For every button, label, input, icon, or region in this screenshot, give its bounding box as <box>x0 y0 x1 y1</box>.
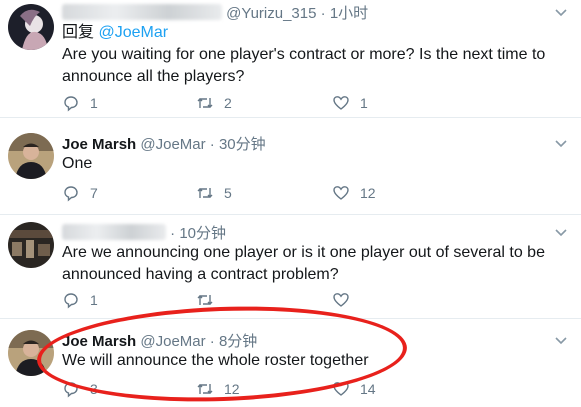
avatar[interactable] <box>8 133 54 179</box>
retweet-count: 5 <box>224 185 232 201</box>
like-count: 1 <box>360 95 368 111</box>
reply-button[interactable]: 1 <box>62 291 98 309</box>
reply-icon <box>64 186 78 202</box>
retweet-icon <box>197 384 213 394</box>
heart-icon <box>333 186 349 200</box>
like-button[interactable]: 12 <box>332 184 376 202</box>
reply-mention[interactable]: @JoeMar <box>98 24 168 41</box>
handle[interactable]: @Yurizu_315 <box>226 5 316 22</box>
timestamp[interactable]: 8分钟 <box>219 333 257 350</box>
like-count: 14 <box>360 381 376 397</box>
like-button[interactable]: 1 <box>332 94 368 112</box>
tweet-text: One <box>62 155 93 172</box>
separator: · <box>209 136 215 153</box>
tweet-text: 回复 @JoeMar Are you waiting for one playe… <box>62 22 572 88</box>
blurred-name <box>62 4 222 20</box>
reply-count: 1 <box>90 95 98 111</box>
retweet-count: 12 <box>224 381 240 397</box>
reply-count: 3 <box>90 381 98 397</box>
tweet-header: Joe Marsh @JoeMar · 8分钟 <box>62 330 257 351</box>
chevron-down-icon[interactable] <box>555 226 567 238</box>
tweet-header: · 10分钟 <box>62 222 226 243</box>
avatar[interactable] <box>8 330 54 376</box>
tweet: Joe Marsh @JoeMar · 30分钟 One 7 5 12 <box>0 117 581 215</box>
avatar[interactable] <box>8 222 54 268</box>
tweet-text: Are we announcing one player or is it on… <box>62 244 545 283</box>
retweet-count: 2 <box>224 95 232 111</box>
retweet-button[interactable]: 5 <box>196 184 232 202</box>
handle[interactable]: @JoeMar <box>140 136 205 153</box>
reply-context: 回复 @JoeMar <box>62 22 572 44</box>
reply-button[interactable]: 7 <box>62 184 98 202</box>
separator: · <box>209 333 215 350</box>
tweet-content: Are you waiting for one player's contrac… <box>62 46 546 85</box>
tweet-header: Joe Marsh @JoeMar · 30分钟 <box>62 133 266 154</box>
reply-count: 1 <box>90 292 98 308</box>
retweet-button[interactable] <box>196 291 214 309</box>
tweet: Joe Marsh @JoeMar · 8分钟 We will announce… <box>0 318 581 404</box>
like-button[interactable] <box>332 291 350 309</box>
heart-icon <box>333 382 349 396</box>
blurred-name <box>62 224 166 240</box>
tweet: · 10分钟 Are we announcing one player or i… <box>0 214 581 319</box>
display-name[interactable]: Joe Marsh <box>62 136 136 153</box>
timestamp[interactable]: 30分钟 <box>219 136 266 153</box>
timestamp[interactable]: 1小时 <box>330 5 368 22</box>
like-button[interactable]: 14 <box>332 380 376 398</box>
reply-icon <box>64 293 78 309</box>
chevron-down-icon[interactable] <box>555 6 567 18</box>
tweet-text: We will announce the whole roster togeth… <box>62 352 369 369</box>
display-name[interactable]: Joe Marsh <box>62 333 136 350</box>
separator: · <box>170 225 176 242</box>
reply-button[interactable]: 1 <box>62 94 98 112</box>
reply-prefix: 回复 <box>62 24 95 41</box>
tweet-header: @Yurizu_315 · 1小时 <box>62 2 368 23</box>
retweet-button[interactable]: 12 <box>196 380 240 398</box>
handle[interactable]: @JoeMar <box>140 333 205 350</box>
chevron-down-icon[interactable] <box>555 137 567 149</box>
like-count: 12 <box>360 185 376 201</box>
heart-icon <box>333 96 349 110</box>
reply-button[interactable]: 3 <box>62 380 98 398</box>
chevron-down-icon[interactable] <box>555 334 567 346</box>
retweet-icon <box>197 295 213 305</box>
timestamp[interactable]: 10分钟 <box>179 225 226 242</box>
avatar[interactable] <box>8 4 54 50</box>
separator: · <box>320 5 326 22</box>
reply-count: 7 <box>90 185 98 201</box>
retweet-icon <box>197 98 213 108</box>
retweet-button[interactable]: 2 <box>196 94 232 112</box>
reply-icon <box>64 382 78 398</box>
reply-icon <box>64 96 78 112</box>
tweet: @Yurizu_315 · 1小时 回复 @JoeMar Are you wai… <box>0 0 581 118</box>
retweet-icon <box>197 188 213 198</box>
heart-icon <box>333 293 349 307</box>
